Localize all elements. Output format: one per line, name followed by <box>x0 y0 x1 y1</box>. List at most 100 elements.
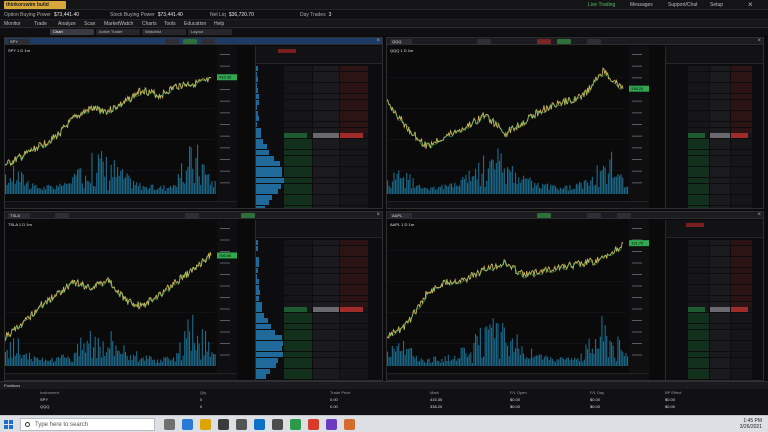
price-cell[interactable] <box>313 166 339 172</box>
ladder-row[interactable] <box>666 189 763 195</box>
ladder-row[interactable] <box>256 279 382 285</box>
price-cell[interactable] <box>313 307 339 313</box>
ladder-row[interactable] <box>256 144 382 150</box>
bid-cell[interactable] <box>283 340 312 346</box>
setup-link[interactable]: Setup <box>710 1 723 9</box>
price-cell[interactable] <box>710 66 730 71</box>
ask-cell[interactable] <box>730 144 753 150</box>
positions-column-header[interactable]: BP Effect <box>665 390 682 395</box>
menu-item-trade[interactable]: Trade <box>34 20 47 28</box>
ladder-row[interactable] <box>256 133 382 139</box>
ladder-row[interactable] <box>666 66 763 71</box>
ask-cell[interactable] <box>339 335 368 341</box>
ask-cell[interactable] <box>339 138 368 144</box>
price-cell[interactable] <box>710 133 730 139</box>
bid-cell[interactable] <box>687 161 710 167</box>
price-cell[interactable] <box>710 166 730 172</box>
close-icon[interactable]: × <box>757 38 761 45</box>
symbol-box[interactable]: TSLA <box>8 213 30 218</box>
ladder-row[interactable] <box>256 77 382 83</box>
close-icon[interactable]: × <box>757 212 761 219</box>
support-link[interactable]: Support/Chat <box>668 1 697 9</box>
panel-button[interactable] <box>165 39 179 44</box>
close-icon[interactable]: × <box>376 212 380 219</box>
thinkorswim-icon[interactable] <box>290 419 301 430</box>
bid-cell[interactable] <box>283 150 312 155</box>
ask-cell[interactable] <box>339 256 368 262</box>
ladder-row[interactable] <box>256 251 382 257</box>
ladder-row[interactable] <box>256 273 382 279</box>
bid-cell[interactable] <box>687 189 710 195</box>
ladder-row[interactable] <box>256 189 382 195</box>
ladder-row[interactable] <box>666 138 763 144</box>
price-cell[interactable] <box>313 279 339 285</box>
ladder-row[interactable] <box>666 172 763 178</box>
price-cell[interactable] <box>313 262 339 268</box>
buy-button[interactable] <box>557 39 571 44</box>
price-cell[interactable] <box>313 296 339 301</box>
ladder-row[interactable] <box>256 363 382 369</box>
ladder-row[interactable] <box>666 194 763 200</box>
bid-cell[interactable] <box>283 301 312 307</box>
buy-button[interactable] <box>241 213 255 218</box>
ladder-row[interactable] <box>666 166 763 172</box>
sell-button[interactable] <box>537 39 551 44</box>
ladder-row[interactable] <box>256 155 382 161</box>
app-icon[interactable] <box>326 419 337 430</box>
ladder-row[interactable] <box>666 110 763 116</box>
price-cell[interactable] <box>710 245 730 251</box>
ask-cell[interactable] <box>339 178 368 183</box>
price-cell[interactable] <box>710 127 730 133</box>
ask-cell[interactable] <box>339 363 368 369</box>
ask-cell[interactable] <box>339 374 368 380</box>
ladder-row[interactable] <box>256 301 382 307</box>
price-cell[interactable] <box>710 340 730 346</box>
ladder-row[interactable] <box>256 296 382 301</box>
price-cell[interactable] <box>313 268 339 273</box>
ask-cell[interactable] <box>339 155 368 161</box>
ladder-row[interactable] <box>256 138 382 144</box>
bid-cell[interactable] <box>687 346 710 352</box>
ask-cell[interactable] <box>730 273 753 279</box>
camera-icon[interactable] <box>236 419 247 430</box>
ask-cell[interactable] <box>339 352 368 357</box>
ask-cell[interactable] <box>730 340 753 346</box>
ask-cell[interactable] <box>339 312 368 318</box>
mail-icon[interactable] <box>254 419 265 430</box>
price-cell[interactable] <box>313 346 339 352</box>
ask-cell[interactable] <box>339 71 368 77</box>
ask-cell[interactable] <box>730 318 753 324</box>
ladder-row[interactable] <box>256 110 382 116</box>
price-cell[interactable] <box>313 144 339 150</box>
bid-cell[interactable] <box>283 240 312 245</box>
price-cell[interactable] <box>710 240 730 245</box>
price-cell[interactable] <box>313 189 339 195</box>
ladder-row[interactable] <box>666 200 763 206</box>
price-cell[interactable] <box>710 99 730 105</box>
price-cell[interactable] <box>710 262 730 268</box>
ask-cell[interactable] <box>339 273 368 279</box>
bid-cell[interactable] <box>283 290 312 296</box>
bid-cell[interactable] <box>283 71 312 77</box>
price-cell[interactable] <box>313 318 339 324</box>
ask-cell[interactable] <box>730 178 753 183</box>
bid-cell[interactable] <box>283 284 312 290</box>
price-cell[interactable] <box>313 105 339 111</box>
ask-cell[interactable] <box>730 346 753 352</box>
bid-cell[interactable] <box>687 279 710 285</box>
ladder-row[interactable] <box>666 357 763 363</box>
ladder-row[interactable] <box>666 290 763 296</box>
ask-cell[interactable] <box>730 374 753 380</box>
price-cell[interactable] <box>313 66 339 71</box>
ask-cell[interactable] <box>730 301 753 307</box>
bid-cell[interactable] <box>283 324 312 329</box>
panel-button[interactable] <box>185 213 199 218</box>
bid-cell[interactable] <box>283 357 312 363</box>
bid-cell[interactable] <box>687 194 710 200</box>
ask-cell[interactable] <box>339 105 368 111</box>
panel-button[interactable] <box>477 39 491 44</box>
task-view-icon[interactable] <box>164 419 175 430</box>
ladder-row[interactable] <box>666 105 763 111</box>
bid-cell[interactable] <box>687 183 710 189</box>
price-cell[interactable] <box>710 155 730 161</box>
